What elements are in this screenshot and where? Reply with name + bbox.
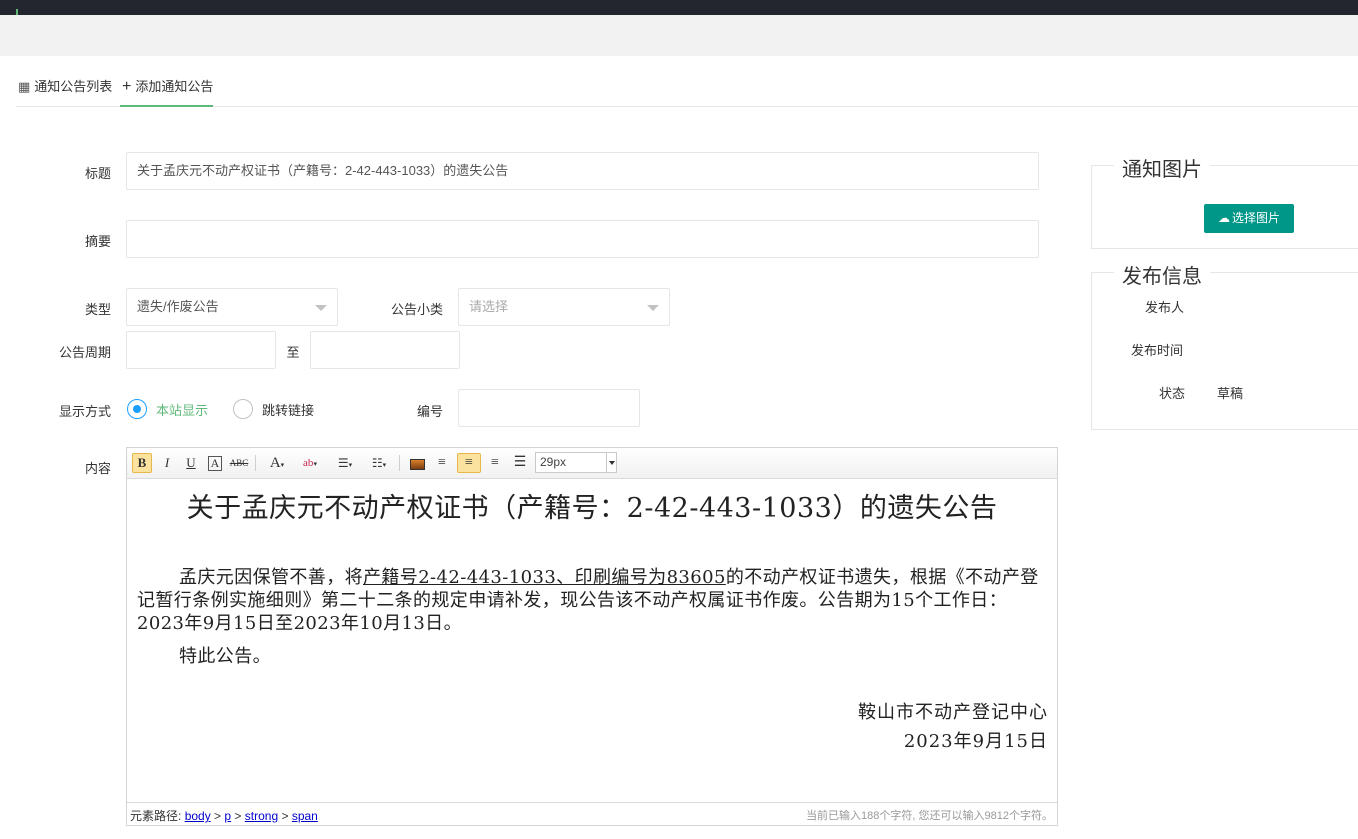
- number-label: 编号: [416, 404, 443, 419]
- signature-date: 2023年9月15日: [903, 731, 1048, 752]
- align-left-icon[interactable]: ≡: [432, 453, 452, 473]
- strikethrough-button[interactable]: ABC: [229, 453, 249, 473]
- subtype-select[interactable]: 请选择: [458, 288, 670, 326]
- table-icon: ▦: [18, 79, 31, 94]
- rich-text-editor[interactable]: B I U A ABC A▾ ab▾ ☰▾ ☷▾ ≡ ≡ ≡ ☰ 29px 关于…: [126, 447, 1058, 826]
- chevron-down-icon: [315, 305, 327, 311]
- image-icon[interactable]: [407, 453, 427, 473]
- radio-onsite-label: 本站显示: [156, 402, 209, 418]
- tab-add-notice-label: 添加通知公告: [135, 79, 214, 94]
- path-body-link[interactable]: body: [185, 809, 211, 823]
- path-p-link[interactable]: p: [224, 809, 231, 823]
- period-label: 公告周期: [58, 345, 111, 360]
- align-justify-icon[interactable]: ☰: [510, 453, 530, 473]
- header-bar: [0, 15, 1358, 56]
- type-select[interactable]: 遗失/作废公告: [126, 288, 338, 326]
- ordered-list-button[interactable]: ☰▾: [331, 453, 359, 473]
- subtype-placeholder: 请选择: [469, 299, 509, 314]
- unordered-list-button[interactable]: ☷▾: [365, 453, 393, 473]
- title-input[interactable]: 关于孟庆元不动产权证书（产籍号：2-42-443-1033）的遗失公告: [126, 152, 1039, 190]
- signature-org: 鞍山市不动产登记中心: [858, 702, 1048, 723]
- tab-notice-list-label: 通知公告列表: [34, 79, 113, 94]
- tab-add-notice[interactable]: + 添加通知公告: [120, 70, 214, 107]
- summary-input[interactable]: [126, 220, 1039, 258]
- type-select-value: 遗失/作废公告: [137, 299, 219, 314]
- select-image-button[interactable]: ☁ 选择图片: [1204, 204, 1294, 233]
- editor-statusbar: 元素路径: body > p > strong > span 当前已输入188个…: [127, 802, 1057, 825]
- period-start-input[interactable]: [126, 331, 276, 369]
- path-strong-link[interactable]: strong: [245, 809, 278, 823]
- underline-button[interactable]: U: [181, 453, 201, 473]
- number-input[interactable]: [458, 389, 640, 427]
- bold-button[interactable]: B: [132, 453, 152, 473]
- font-border-button[interactable]: A: [205, 453, 225, 473]
- notice-image-title: 通知图片: [1114, 153, 1210, 182]
- radio-checked-icon: [127, 399, 147, 419]
- cloud-upload-icon: ☁: [1217, 211, 1230, 225]
- radio-onsite[interactable]: 本站显示: [127, 398, 208, 420]
- publish-time-label: 发布时间: [1131, 343, 1184, 358]
- tab-bar: ▦ 通知公告列表 + 添加通知公告: [16, 70, 1358, 107]
- toolbar-separator: [399, 455, 400, 471]
- tab-notice-list[interactable]: ▦ 通知公告列表: [18, 70, 112, 106]
- element-path-label: 元素路径:: [130, 809, 182, 823]
- publisher-label: 发布人: [1145, 300, 1185, 315]
- publish-info-title: 发布信息: [1114, 260, 1210, 289]
- chevron-down-icon: [606, 453, 616, 472]
- top-navbar: [0, 0, 1358, 15]
- char-count: 当前已输入188个字符, 您还可以输入9812个字符。: [806, 810, 1053, 822]
- align-center-icon[interactable]: ≡: [457, 453, 481, 473]
- document-paragraph: 孟庆元因保管不善，将产籍号2-42-443-1033、印刷编号为83605的不动…: [137, 566, 1042, 635]
- document-closing: 特此公告。: [179, 646, 271, 667]
- publish-info-panel: 发布信息 发布人 发布时间 状态 草稿: [1091, 260, 1358, 430]
- document-signature: 鞍山市不动产登记中心 2023年9月15日: [858, 698, 1048, 756]
- font-size-value: 29px: [540, 455, 567, 469]
- paragraph-text-pre: 孟庆元因保管不善，将: [179, 567, 363, 588]
- notice-image-panel: 通知图片 ☁ 选择图片: [1091, 153, 1358, 249]
- path-span-link[interactable]: span: [292, 809, 318, 823]
- align-right-icon[interactable]: ≡: [485, 453, 505, 473]
- content-label: 内容: [84, 461, 111, 476]
- element-path: 元素路径: body > p > strong > span: [130, 809, 318, 823]
- font-size-select[interactable]: 29px: [535, 452, 617, 473]
- subtype-label: 公告小类: [390, 302, 443, 317]
- editor-toolbar: B I U A ABC A▾ ab▾ ☰▾ ☷▾ ≡ ≡ ≡ ☰ 29px: [127, 448, 1057, 479]
- display-label: 显示方式: [58, 404, 111, 419]
- radio-unchecked-icon: [233, 399, 253, 419]
- italic-button[interactable]: I: [157, 453, 177, 473]
- period-to-label: 至: [286, 345, 300, 360]
- document-title: 关于孟庆元不动产权证书（产籍号：2-42-443-1033）的遗失公告: [186, 493, 998, 524]
- select-image-label: 选择图片: [1231, 211, 1280, 225]
- editor-content[interactable]: 关于孟庆元不动产权证书（产籍号：2-42-443-1033）的遗失公告 孟庆元因…: [127, 480, 1057, 802]
- status-label: 状态: [1159, 386, 1186, 401]
- radio-link[interactable]: 跳转链接: [233, 398, 314, 420]
- paragraph-text-underlined: 产籍号2-42-443-1033、印刷编号为83605: [363, 567, 726, 588]
- summary-label: 摘要: [84, 234, 111, 249]
- chevron-down-icon: [647, 305, 659, 311]
- title-label: 标题: [84, 166, 111, 181]
- radio-link-label: 跳转链接: [262, 402, 315, 418]
- period-end-input[interactable]: [310, 331, 460, 369]
- type-label: 类型: [84, 302, 111, 317]
- font-color-button[interactable]: A▾: [263, 453, 291, 473]
- status-value: 草稿: [1217, 386, 1244, 401]
- highlight-color-button[interactable]: ab▾: [295, 453, 325, 473]
- plus-icon: +: [122, 78, 132, 95]
- toolbar-separator: [255, 455, 256, 471]
